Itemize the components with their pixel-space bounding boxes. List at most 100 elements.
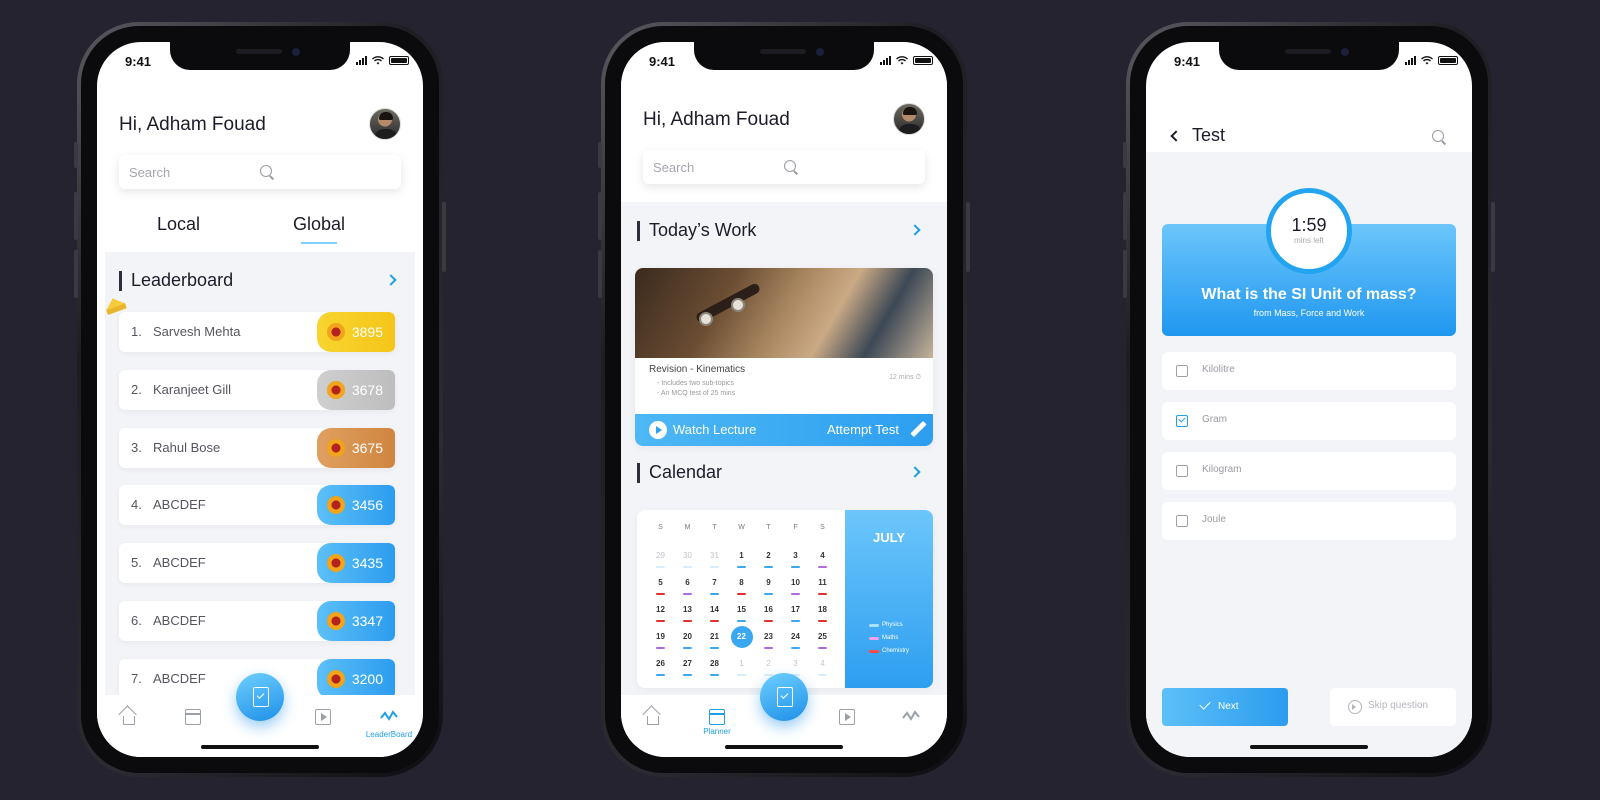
calendar-day[interactable]: 19 <box>647 632 674 659</box>
search-input[interactable]: Search <box>643 150 925 184</box>
leaderboard-row[interactable]: 5. ABCDEF 3435 <box>119 543 395 584</box>
day-number: 14 <box>710 605 719 614</box>
leaderboard-row[interactable]: 2. Karanjeet Gill 3678 <box>119 369 395 410</box>
calendar-day[interactable]: 11 <box>809 578 836 605</box>
watch-lecture-button[interactable]: Watch Lecture <box>673 422 756 437</box>
checkbox[interactable] <box>1176 415 1188 427</box>
pencil-icon[interactable] <box>910 420 927 438</box>
calendar-day[interactable]: 21 <box>701 632 728 659</box>
checkbox[interactable] <box>1176 465 1188 477</box>
tab-global[interactable]: Global <box>293 214 346 244</box>
next-button[interactable]: Next <box>1162 688 1288 726</box>
day-number: 13 <box>683 605 692 614</box>
calendar-day[interactable]: 31 <box>701 551 728 578</box>
option-label: Joule <box>1202 514 1226 525</box>
calendar-day[interactable]: 28 <box>701 659 728 686</box>
weekday-label: S <box>820 524 825 531</box>
calendar-day[interactable]: 4 <box>809 551 836 578</box>
calendar-day[interactable]: 14 <box>701 605 728 632</box>
calendar-grid: SMTWTFS 29 30 31 1 2 3 4 5 6 7 8 9 10 11 12 13 14 15 16 17 1… <box>647 524 837 686</box>
calendar-day[interactable]: 8 <box>728 578 755 605</box>
tasks-fab-button[interactable] <box>236 673 284 721</box>
legend-swatch <box>869 636 879 640</box>
calendar-day[interactable]: 18 <box>809 605 836 632</box>
test-screen: 9:41 Test 1:59 mins left What is the SI … <box>1146 42 1472 757</box>
row-rank: 3. <box>131 439 142 455</box>
leaderboard-row[interactable]: 6. ABCDEF 3347 <box>119 601 395 641</box>
calendar-day[interactable]: 6 <box>674 578 701 605</box>
search-icon[interactable] <box>1432 130 1446 144</box>
row-name: Karanjeet Gill <box>153 381 232 397</box>
tasks-fab-button[interactable] <box>760 673 808 721</box>
answer-option[interactable]: Kilolitre <box>1162 352 1456 390</box>
calendar-day[interactable]: 9 <box>755 578 782 605</box>
subject-marker <box>683 674 692 676</box>
checkbox[interactable] <box>1176 515 1188 527</box>
leaderboard-row[interactable]: 4. ABCDEF 3456 <box>119 485 395 526</box>
nav-home[interactable] <box>109 709 149 725</box>
nav-planner[interactable]: Planner <box>697 709 737 736</box>
calendar-day[interactable]: 1 <box>728 659 755 686</box>
nav-planner[interactable] <box>173 709 213 725</box>
answer-option[interactable]: Gram <box>1162 402 1456 440</box>
calendar-day[interactable]: 17 <box>782 605 809 632</box>
greeting: Hi, Adham Fouad <box>643 109 790 130</box>
lecture-title: Revision - Kinematics <box>649 364 746 375</box>
section-title-calendar: Calendar <box>637 462 722 483</box>
calendar-day[interactable]: 1 <box>728 551 755 578</box>
play-icon[interactable] <box>649 421 667 439</box>
check-icon <box>1199 698 1211 710</box>
avatar[interactable] <box>893 103 925 135</box>
tab-global-label: Global <box>293 214 346 234</box>
back-icon[interactable] <box>1170 130 1182 142</box>
search-input[interactable]: Search <box>119 155 401 189</box>
phone-planner: 9:41 Hi, Adham Fouad Search Today’s Work <box>598 22 970 777</box>
calendar-day[interactable]: 10 <box>782 578 809 605</box>
tab-local[interactable]: Local <box>157 214 200 235</box>
calendar-day[interactable]: 27 <box>674 659 701 686</box>
calendar-day[interactable]: 30 <box>674 551 701 578</box>
checkbox[interactable] <box>1176 365 1188 377</box>
leaderboard-row[interactable]: 3. Rahul Bose 3675 <box>119 427 395 468</box>
search-icon[interactable] <box>784 160 915 174</box>
calendar-day[interactable]: 4 <box>809 659 836 686</box>
row-score: 3678 <box>351 381 383 398</box>
calendar-day[interactable]: 12 <box>647 605 674 632</box>
chevron-right-icon[interactable] <box>909 224 921 236</box>
calendar-day[interactable]: 29 <box>647 551 674 578</box>
row-rank: 1. <box>131 324 142 339</box>
calendar-day[interactable]: 13 <box>674 605 701 632</box>
calendar-day[interactable]: 20 <box>674 632 701 659</box>
leaderboard-row[interactable]: 1. Sarvesh Mehta 3895 <box>119 312 395 352</box>
section-title-todays-work: Today’s Work <box>637 220 756 241</box>
calendar-day[interactable]: 23 <box>755 632 782 659</box>
chevron-right-icon[interactable] <box>909 466 921 478</box>
calendar-day[interactable]: 7 <box>701 578 728 605</box>
weekday-label: T <box>712 524 717 531</box>
score-badge: 3895 <box>317 312 395 352</box>
nav-videos[interactable] <box>303 709 343 725</box>
nav-leaderboard[interactable] <box>891 709 931 728</box>
leaderboard-screen: 9:41 Hi, Adham Fouad Search Local Global <box>97 42 423 757</box>
calendar-day[interactable]: 24 <box>782 632 809 659</box>
avatar[interactable] <box>369 108 401 140</box>
nav-videos[interactable] <box>827 709 867 725</box>
skip-question-button[interactable]: Skip question <box>1330 688 1456 726</box>
nav-home[interactable] <box>633 709 673 725</box>
nav-leaderboard[interactable]: LeaderBoard <box>359 709 419 739</box>
search-icon[interactable] <box>260 165 391 179</box>
calendar-day[interactable]: 26 <box>647 659 674 686</box>
calendar-day[interactable]: 25 <box>809 632 836 659</box>
lecture-card[interactable]: Revision - Kinematics - Includes two sub… <box>635 268 933 446</box>
answer-option[interactable]: Kilogram <box>1162 452 1456 490</box>
row-score: 3200 <box>351 670 383 687</box>
calendar-day[interactable]: 2 <box>755 551 782 578</box>
calendar-day-today[interactable]: 22 <box>728 626 755 659</box>
calendar-day[interactable]: 16 <box>755 605 782 632</box>
phone-test: 9:41 Test 1:59 mins left What is the SI … <box>1123 22 1495 777</box>
calendar-day[interactable]: 5 <box>647 578 674 605</box>
answer-option[interactable]: Joule <box>1162 502 1456 540</box>
calendar-day[interactable]: 3 <box>782 551 809 578</box>
attempt-test-button[interactable]: Attempt Test <box>827 422 899 437</box>
subject-marker <box>764 647 773 649</box>
